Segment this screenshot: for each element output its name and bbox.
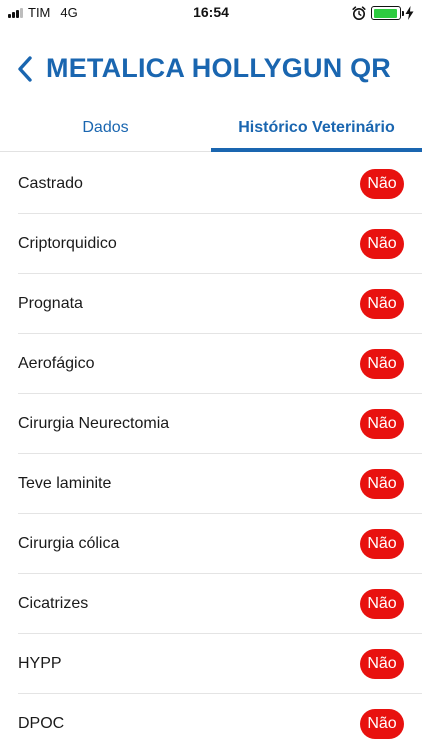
alarm-clock-icon <box>352 6 366 20</box>
page-title: METALICA HOLLYGUN QR <box>46 53 391 83</box>
list-item: Cirurgia Neurectomia Não <box>0 394 422 454</box>
item-label: Aerofágico <box>18 355 95 372</box>
status-badge[interactable]: Não <box>360 409 404 439</box>
item-label: Castrado <box>18 175 83 192</box>
list-item: Cicatrizes Não <box>0 574 422 634</box>
tab-dados[interactable]: Dados <box>0 104 211 151</box>
tab-bar: Dados Histórico Veterinário <box>0 104 422 152</box>
list-item: Prognata Não <box>0 274 422 334</box>
status-badge[interactable]: Não <box>360 229 404 259</box>
item-label: Prognata <box>18 295 83 312</box>
list-item: Criptorquidico Não <box>0 214 422 274</box>
list-item: HYPP Não <box>0 634 422 694</box>
item-label: Cicatrizes <box>18 595 89 612</box>
status-bar-right <box>351 5 414 21</box>
item-label: HYPP <box>18 655 62 672</box>
status-badge[interactable]: Não <box>360 289 404 319</box>
battery-icon <box>371 6 404 20</box>
list-item: Cirurgia cólica Não <box>0 514 422 574</box>
item-label: Criptorquidico <box>18 235 117 252</box>
item-label: Teve laminite <box>18 475 112 492</box>
navigation-header: METALICA HOLLYGUN QR <box>0 40 422 98</box>
list-item: DPOC Não <box>0 694 422 750</box>
vet-history-list: Castrado Não Criptorquidico Não Prognata… <box>0 154 422 750</box>
list-item: Teve laminite Não <box>0 454 422 514</box>
status-badge[interactable]: Não <box>360 469 404 499</box>
status-badge[interactable]: Não <box>360 529 404 559</box>
status-badge[interactable]: Não <box>360 349 404 379</box>
status-badge[interactable]: Não <box>360 649 404 679</box>
charging-bolt-icon <box>405 6 414 20</box>
battery-level <box>373 8 398 18</box>
list-item: Aerofágico Não <box>0 334 422 394</box>
status-badge[interactable]: Não <box>360 589 404 619</box>
status-bar: TIM 4G 16:54 <box>0 0 422 24</box>
tab-historico-veterinario[interactable]: Histórico Veterinário <box>211 104 422 152</box>
chevron-left-icon <box>18 56 32 82</box>
item-label: DPOC <box>18 715 65 732</box>
back-button[interactable] <box>12 52 38 86</box>
list-item: Castrado Não <box>0 154 422 214</box>
item-label: Cirurgia Neurectomia <box>18 415 170 432</box>
status-badge[interactable]: Não <box>360 709 404 739</box>
item-label: Cirurgia cólica <box>18 535 120 552</box>
status-badge[interactable]: Não <box>360 169 404 199</box>
